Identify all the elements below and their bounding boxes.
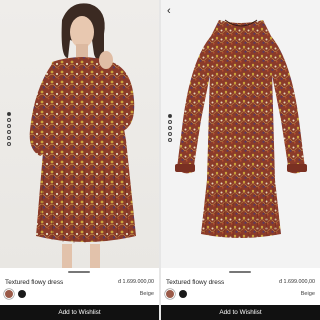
carousel-dot[interactable] — [7, 124, 11, 128]
product-name: Textured flowy dress — [166, 278, 225, 286]
model-wearing-dress-image — [29, 3, 136, 268]
selected-color-label: Beige — [300, 291, 315, 297]
carousel-dot[interactable] — [168, 126, 172, 130]
carousel-dot[interactable] — [168, 138, 172, 142]
product-info-row: Textured flowy dress đ 1.699.000,00 — [5, 277, 154, 287]
carousel-dot[interactable] — [168, 114, 172, 118]
chevron-left-icon[interactable]: ‹ — [167, 5, 177, 17]
print-swatch[interactable] — [5, 290, 13, 298]
product-photo-flatlay[interactable]: ‹ — [161, 0, 320, 268]
black-swatch[interactable] — [18, 290, 26, 298]
product-price: đ 1.699.000,00 — [118, 279, 154, 285]
product-info-row: Textured flowy dress đ 1.699.000,00 — [166, 277, 315, 287]
product-photo-model[interactable] — [0, 0, 159, 268]
add-to-wishlist-button[interactable]: Add to Wishlist — [161, 305, 320, 320]
color-swatches: Beige — [166, 289, 315, 299]
carousel-dot[interactable] — [7, 136, 11, 140]
black-swatch[interactable] — [179, 290, 187, 298]
image-carousel-indicator[interactable] — [7, 112, 11, 148]
product-name: Textured flowy dress — [5, 278, 64, 286]
sheet-handle[interactable] — [229, 271, 251, 273]
add-to-wishlist-button[interactable]: Add to Wishlist — [0, 305, 159, 320]
dress-flatlay-image — [175, 19, 307, 238]
carousel-dot[interactable] — [7, 118, 11, 122]
carousel-dot[interactable] — [7, 130, 11, 134]
carousel-dot[interactable] — [7, 112, 11, 116]
color-swatches: Beige — [5, 289, 154, 299]
carousel-dot[interactable] — [168, 132, 172, 136]
carousel-dot[interactable] — [7, 142, 11, 146]
product-price: đ 1.699.000,00 — [279, 279, 315, 285]
product-card-model: Textured flowy dress đ 1.699.000,00 Beig… — [0, 0, 159, 320]
selected-color-label: Beige — [139, 291, 154, 297]
product-card-flatlay: ‹ Textured flowy dress đ 1.699.000,00 Be… — [161, 0, 320, 320]
carousel-dot[interactable] — [168, 120, 172, 124]
image-carousel-indicator[interactable] — [168, 114, 172, 144]
print-swatch[interactable] — [166, 290, 174, 298]
sheet-handle[interactable] — [68, 271, 90, 273]
